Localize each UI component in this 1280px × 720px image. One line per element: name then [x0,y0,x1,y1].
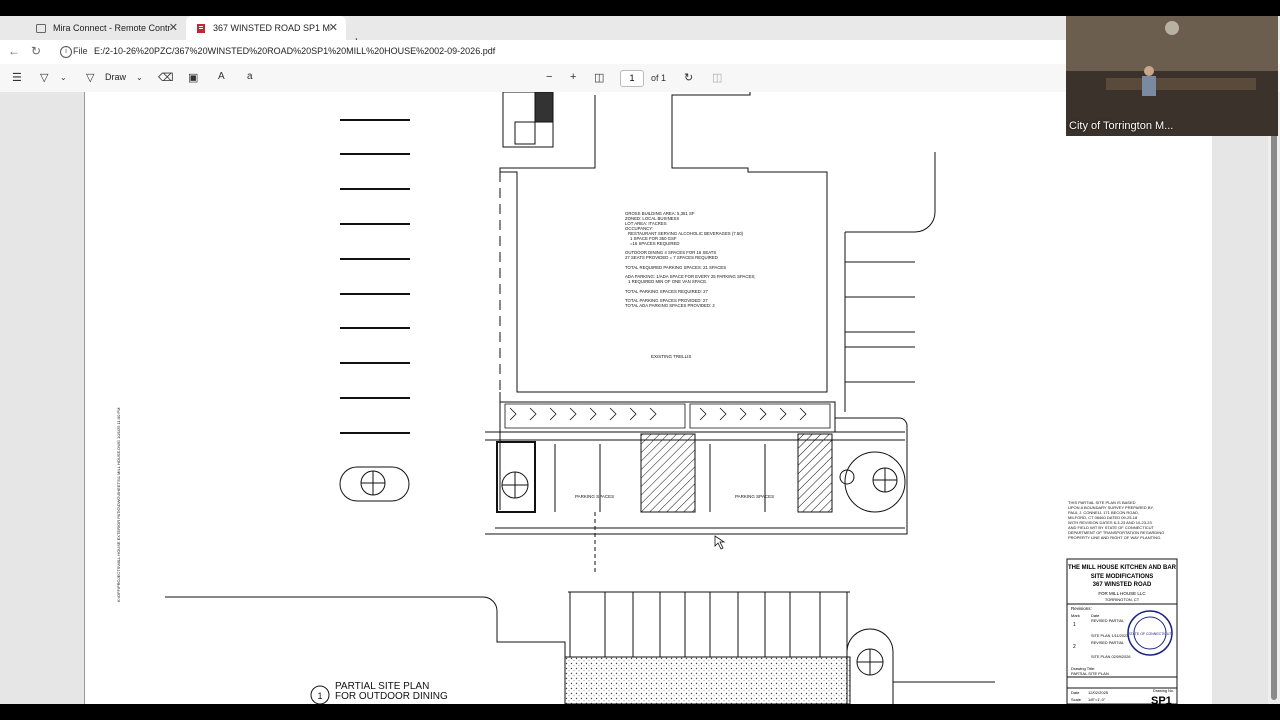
pdf-viewer: GROSS BUILDING AREA: 5,351 SF ZONED: LOC… [0,92,1268,704]
svg-text:2: 2 [1073,644,1076,650]
tab-title: 367 WINSTED ROAD SP1 MILL HOUSE 02-09-20… [213,23,331,33]
read-aloud-icon[interactable]: A [218,71,225,82]
svg-text:SP1: SP1 [1151,695,1172,704]
svg-text:STATE OF CONNECTICUT: STATE OF CONNECTICUT [1128,632,1172,636]
page-view-icon[interactable]: ◫ [712,71,722,84]
tab-page-icon [36,23,46,33]
top-black-bar [0,0,1280,16]
svg-text:27 SEATS PROVIDED = 7 SPACES R: 27 SEATS PROVIDED = 7 SPACES REQUIRED [625,255,718,260]
svg-text:TOTAL ADA PARKING SPACES PROVI: TOTAL ADA PARKING SPACES PROVIDED: 2 [625,303,715,308]
svg-text:Drawing No.: Drawing No. [1153,689,1174,693]
svg-text:SITE PLAN 1/11/2023: SITE PLAN 1/11/2023 [1091,634,1128,638]
svg-text:PARTIAL SITE PLAN: PARTIAL SITE PLAN [1071,671,1109,676]
url-field[interactable]: E:/2-10-26%20PZC/367%20WINSTED%20ROAD%20… [94,46,495,56]
zoom-in-icon[interactable]: + [570,71,576,83]
mouse-cursor-icon [714,535,726,550]
svg-text:1/8"=1'-0": 1/8"=1'-0" [1088,697,1106,702]
highlight-icon[interactable]: ▽ [40,71,48,84]
svg-text:1: 1 [1073,622,1076,628]
svg-text:Scale: Scale [1071,697,1082,702]
site-plan-drawing: GROSS BUILDING AREA: 5,351 SF ZONED: LOC… [116,92,1178,704]
text-box-icon[interactable]: ▣ [188,71,198,84]
trellis-label: EXISTING TRELLIS [651,354,691,359]
survey-note: THIS PARTIAL SITE PLAN IS BASED UPON A B… [1068,500,1164,540]
draw-icon[interactable]: ▽ [86,71,94,84]
highlight-dropdown-icon[interactable]: ⌄ [60,73,67,82]
code-notes: GROSS BUILDING AREA: 5,351 SF ZONED: LOC… [625,211,755,308]
pdf-icon [197,23,205,33]
translate-icon[interactable]: a [247,71,253,82]
svg-text:SITE PLAN 02/09/2026: SITE PLAN 02/09/2026 [1091,655,1130,659]
parking-label: PARKING SPACES [735,494,774,499]
title-block: THE MILL HOUSE KITCHEN AND BAR SITE MODI… [1066,558,1178,704]
svg-text:Date: Date [1071,690,1080,695]
draw-dropdown-icon[interactable]: ⌄ [136,73,143,82]
svg-text:TOTAL REQUIRED PARKING SPACES:: TOTAL REQUIRED PARKING SPACES: 21 SPACES [625,265,726,270]
meeting-video-frame [1066,16,1278,136]
page-number-input[interactable]: 1 [620,70,644,87]
svg-text:12/02/2025: 12/02/2025 [1088,690,1109,695]
pdf-page: GROSS BUILDING AREA: 5,351 SF ZONED: LOC… [84,92,1212,704]
video-overlay[interactable]: City of Torrington M... [1066,16,1278,136]
gravel-area [564,656,851,704]
fit-page-icon[interactable]: ◫ [594,71,604,84]
svg-text:REVISED PARTIAL: REVISED PARTIAL [1091,641,1124,645]
video-caption: City of Torrington M... [1069,120,1174,132]
left-ada-island [339,466,410,502]
svg-text:1 REQUIRED MIN OF ONE VAN SPAC: 1 REQUIRED MIN OF ONE VAN SPACE. [628,279,707,284]
back-arrow-icon[interactable]: ← [8,44,20,58]
bottom-black-bar [0,704,1280,720]
close-tab-icon[interactable]: ✕ [169,21,178,34]
vertical-scrollbar[interactable] [1268,92,1280,704]
svg-text:=16 SPACES REQUIRED: =16 SPACES REQUIRED [630,241,679,246]
svg-text:FOR MILL HOUSE LLC: FOR MILL HOUSE LLC [1098,591,1146,596]
svg-text:Revisions:: Revisions: [1071,606,1092,611]
rotate-icon[interactable]: ↻ [684,71,693,84]
left-parking-stripes [340,119,410,434]
tab-pdf[interactable]: 367 WINSTED ROAD SP1 MILL HOUSE 02-09-20… [186,16,346,40]
scrollbar-thumb[interactable] [1271,110,1277,700]
svg-text:PROPERTY LINE AND RIGHT OF WAY: PROPERTY LINE AND RIGHT OF WAY PLANTING. [1068,535,1161,540]
svg-text:REVISED PARTIAL: REVISED PARTIAL [1091,619,1124,623]
outdoor-dining-patio [499,401,836,433]
svg-text:Mark: Mark [1071,613,1080,618]
parking-label: PARKING SPACES [575,494,614,499]
draw-button-label[interactable]: Draw [105,72,126,82]
svg-text:TORRINGTON, CT: TORRINGTON, CT [1105,597,1140,602]
plan-title-2: FOR OUTDOOR DINING [335,691,448,702]
tab-title: Mira Connect - Remote Control [53,23,171,33]
zoom-out-icon[interactable]: − [546,71,552,83]
svg-text:Date: Date [1091,613,1100,618]
callout-number: 1 [317,691,322,701]
contents-list-icon[interactable]: ☰ [12,71,22,84]
svg-text:TOTAL PARKING SPACES REQUIRED:: TOTAL PARKING SPACES REQUIRED: 27 [625,289,708,294]
hatched-island [640,433,696,513]
tab-mira-connect[interactable]: Mira Connect - Remote Control ✕ [26,16,186,40]
reload-icon[interactable]: ↻ [31,44,41,58]
close-tab-icon[interactable]: ✕ [329,21,338,34]
svg-text:367 WINSTED ROAD: 367 WINSTED ROAD [1093,582,1152,588]
svg-text:THE MILL HOUSE KITCHEN AND BAR: THE MILL HOUSE KITCHEN AND BAR [1068,565,1177,571]
info-icon[interactable]: i [60,46,72,58]
svg-text:SITE MODIFICATIONS: SITE MODIFICATIONS [1091,574,1154,580]
eraser-icon[interactable]: ⌫ [158,71,174,84]
file-scheme-label: File [73,46,88,56]
file-path-vertical: K:\OFF\PROJECTS\MILL HOUSE EXTERIOR PATI… [116,408,121,602]
page-total-label: of 1 [651,73,667,83]
